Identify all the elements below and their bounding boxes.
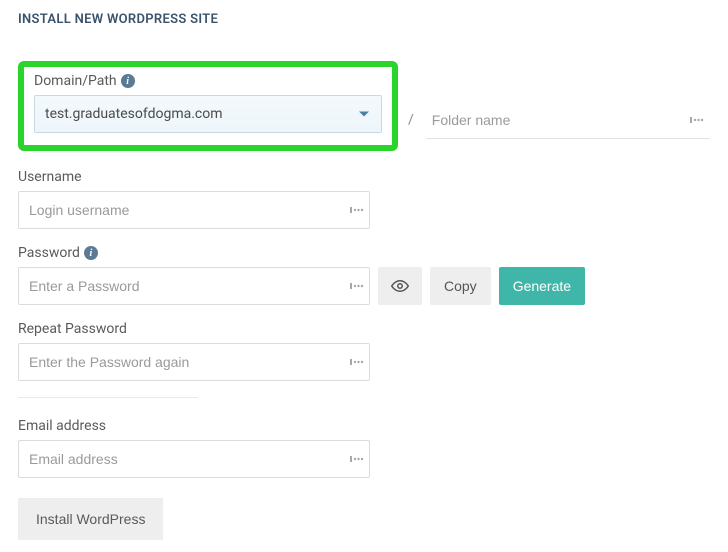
password-input[interactable] [18,267,370,305]
username-label: Username [18,169,710,185]
install-wordpress-button[interactable]: Install WordPress [18,498,163,540]
email-input[interactable] [18,440,370,478]
password-block: Password i Copy Generate [18,245,710,305]
domain-path-label-text: Domain/Path [34,73,117,89]
email-block: Email address [18,418,710,478]
email-input-wrap [18,440,370,478]
repeat-password-label: Repeat Password [18,321,710,337]
repeat-password-input[interactable] [18,343,370,381]
username-input[interactable] [18,191,370,229]
username-block: Username [18,169,710,229]
eye-icon [391,277,409,295]
page-title: INSTALL NEW WORDPRESS SITE [18,12,710,27]
password-label: Password i [18,245,710,261]
path-separator: / [406,112,416,128]
generate-password-button[interactable]: Generate [499,267,585,305]
copy-password-button[interactable]: Copy [430,267,491,305]
domain-path-row: Domain/Path i test.graduatesofdogma.com … [18,61,710,151]
domain-select[interactable]: test.graduatesofdogma.com [34,95,382,133]
repeat-password-input-wrap [18,343,370,381]
info-icon[interactable]: i [84,246,98,260]
domain-highlight: Domain/Path i test.graduatesofdogma.com [18,61,398,151]
domain-path-label: Domain/Path i [34,73,382,89]
section-divider [18,397,198,398]
toggle-password-visibility-button[interactable] [378,267,422,305]
folder-input-wrap [426,101,710,139]
password-input-wrap [18,267,370,305]
email-label: Email address [18,418,710,434]
password-row: Copy Generate [18,267,710,305]
password-label-text: Password [18,245,80,261]
username-input-wrap [18,191,370,229]
repeat-password-block: Repeat Password [18,321,710,381]
folder-name-input[interactable] [426,101,710,139]
domain-selected-value: test.graduatesofdogma.com [45,106,223,122]
info-icon[interactable]: i [121,74,135,88]
folder-section: / [406,101,710,151]
